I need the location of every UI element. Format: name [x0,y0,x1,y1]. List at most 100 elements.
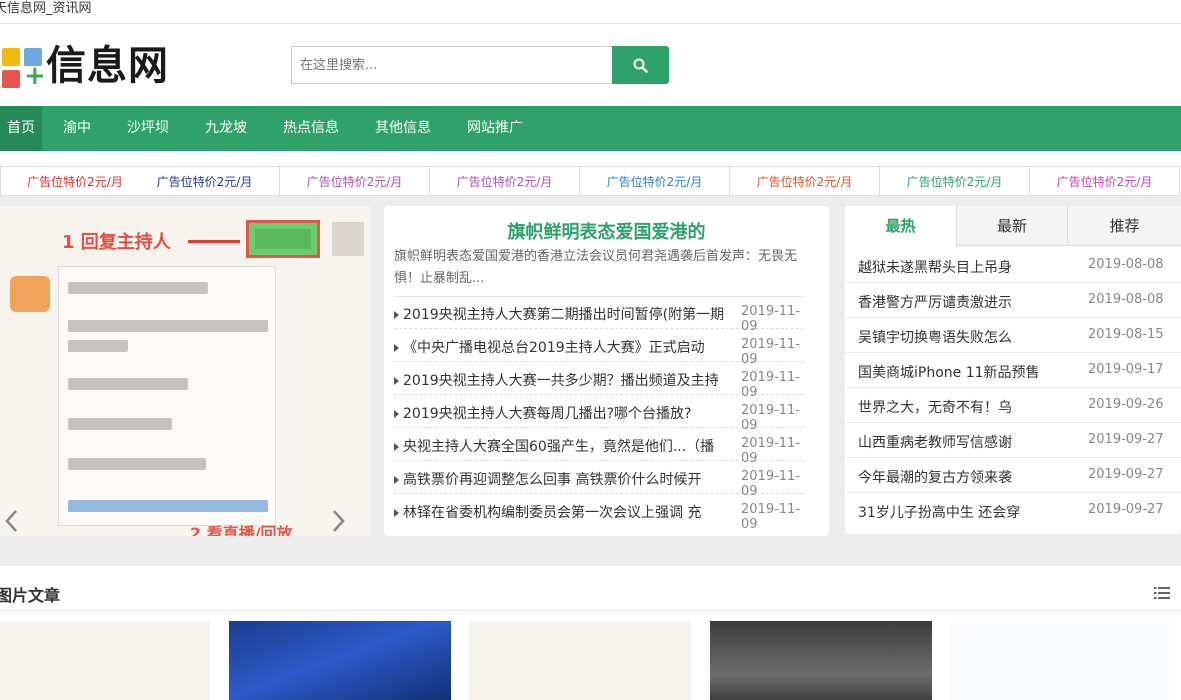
ad-slot[interactable]: 广告位特价2元/月 [580,166,730,196]
bullet-triangle-icon [394,476,399,484]
list-item[interactable]: 31岁儿子扮高中生 还会穿 2019-09-27 [845,493,1181,528]
headline-panel: 旗帜鲜明表态爱国爱港的 旗帜鲜明表态爱国爱港的香港立法会议员何君尧遇袭后首发声：… [384,206,829,536]
tab-recommended[interactable]: 推荐 [1067,206,1181,246]
search-bar [291,46,669,84]
search-button[interactable] [612,46,669,84]
list-item[interactable]: 央视主持人大赛全国60强产生，竟然是他们...（播 2019-11-09 [394,428,804,466]
nav-item-other-info[interactable]: 其他信息 [366,106,440,151]
article-thumbnail[interactable] [229,621,451,700]
list-item[interactable]: 世界之大，无奇不有！乌 2019-09-26 [845,388,1181,423]
bullet-triangle-icon [394,377,399,385]
list-item-title: 香港警方严厉谴责激进示 [858,295,1012,311]
list-item-date: 2019-09-27 [1088,467,1164,482]
bullet-triangle-icon [394,311,399,319]
search-icon [633,58,648,73]
list-item[interactable]: 国美商城iPhone 11新品预售 2019-09-17 [845,353,1181,388]
list-item-date: 2019-09-27 [1088,502,1164,517]
nav-item-jiulongpo[interactable]: 九龙坡 [196,106,256,151]
main-nav: 首页 渝中 沙坪坝 九龙坡 热点信息 其他信息 网站推广 [0,106,1181,151]
nav-item-home[interactable]: 首页 [0,106,42,151]
article-thumbnail[interactable] [950,621,1172,700]
ad-slot[interactable]: 广告位特价2元/月 [430,166,580,196]
list-item-date: 2019-11-09 [741,502,801,532]
list-item[interactable]: 山西重病老教师写信感谢 2019-09-27 [845,423,1181,458]
list-item-date: 2019-09-17 [1088,362,1164,377]
list-item[interactable]: 香港警方严厉谴责激进示 2019-08-08 [845,283,1181,318]
ranking-tabs: 最热 最新 推荐 [845,206,1181,246]
article-thumbnail[interactable] [0,621,210,700]
list-item[interactable]: 林铎在省委机构编制委员会第一次会议上强调 充 2019-11-09 [394,494,804,532]
list-item[interactable]: 2019央视主持人大赛一共多少期？播出频道及主持 2019-11-09 [394,362,804,400]
headline-title[interactable]: 旗帜鲜明表态爱国爱港的 [384,218,829,244]
chevron-left-icon [5,510,17,532]
article-thumbnail[interactable] [710,621,932,700]
section-divider [0,610,1181,611]
logo-square-red [2,70,20,88]
ad-slot[interactable]: 广告位特价2元/月 [0,166,150,196]
tab-hottest[interactable]: 最热 [845,206,956,246]
list-item-title: 山西重病老教师写信感谢 [858,435,1012,451]
search-input[interactable] [291,46,612,84]
list-item[interactable]: 吴镇宇切换粤语失败怎么 2019-08-15 [845,318,1181,353]
list-item[interactable]: 2019央视主持人大赛每周几播出?哪个台播放? 2019-11-09 [394,395,804,433]
browser-tab-title-bar: 天信息网_资讯网 [0,0,1181,24]
ad-slot[interactable]: 广告位特价2元/月 [730,166,880,196]
list-item-date: 2019-08-08 [1088,257,1164,272]
ad-slot[interactable]: 广告位特价2元/月 [280,166,430,196]
site-logo[interactable]: + 信息网 [2,43,172,90]
bullet-triangle-icon [394,509,399,517]
list-menu-icon[interactable] [1154,586,1170,604]
nav-item-hot-info[interactable]: 热点信息 [274,106,348,151]
article-thumbnail[interactable] [469,621,691,700]
picture-articles-section: 图片文章 [0,566,1181,700]
slider-next-button[interactable] [328,506,348,536]
chevron-right-icon [333,510,345,532]
ad-slot[interactable]: 广告位特价2元/月 [1030,166,1180,196]
tab-latest[interactable]: 最新 [956,206,1067,246]
ranking-panel: 最热 最新 推荐 越狱未遂黑帮头目上吊身 2019-08-08 香港警方严厉谴责激… [845,206,1181,534]
list-item[interactable]: 越狱未遂黑帮头目上吊身 2019-08-08 [845,248,1181,283]
list-item-title: 31岁儿子扮高中生 还会穿 [858,505,1021,521]
slide-text-line [68,378,188,390]
slide-footer-text: 2 看直播/回放 [190,524,293,536]
list-item[interactable]: 《中央广播电视总台2019主持人大赛》正式启动 2019-11-09 [394,329,804,367]
bullet-triangle-icon [394,344,399,352]
slide-highlight-box [246,220,320,258]
list-item-title: 2019央视主持人大赛一共多少期？播出频道及主持 [403,373,719,389]
section-title: 图片文章 [0,586,61,605]
list-item[interactable]: 2019央视主持人大赛第二期播出时间暂停(附第一期 2019-11-09 [394,296,804,334]
bullet-triangle-icon [394,443,399,451]
slide-avatar-icon [10,276,50,312]
list-item-title: 《中央广播电视总台2019主持人大赛》正式启动 [403,340,705,356]
bullet-triangle-icon [394,410,399,418]
list-item-date: 2019-08-15 [1088,327,1164,342]
image-slider[interactable]: 1 回复主持人 2 看直播/回放 [0,206,371,536]
list-item-title: 2019央视主持人大赛每周几播出?哪个台播放? [403,406,692,422]
list-item[interactable]: 高铁票价再迎调整怎么回事 高铁票价什么时候开 2019-11-09 [394,461,804,499]
list-item-title: 越狱未遂黑帮头目上吊身 [858,260,1012,276]
slide-image[interactable]: 1 回复主持人 2 看直播/回放 [0,206,371,536]
slide-text-line [68,458,206,470]
slider-prev-button[interactable] [2,506,22,536]
list-item-title: 央视主持人大赛全国60强产生，竟然是他们...（播 [403,439,715,455]
slide-text-line [68,418,172,430]
tab-title: 天信息网_资讯网 [0,1,92,16]
ad-strip: 广告位特价2元/月 广告位特价2元/月 广告位特价2元/月 广告位特价2元/月 … [0,166,1181,196]
list-item-date: 2019-09-26 [1088,397,1164,412]
ad-slot[interactable]: 广告位特价2元/月 [130,166,280,196]
slide-text-line [68,340,128,352]
slide-side-decoration [332,222,364,256]
slide-text-line [68,282,208,294]
nav-item-site-promo[interactable]: 网站推广 [458,106,532,151]
slide-link-line [68,500,268,512]
nav-item-shapingba[interactable]: 沙坪坝 [118,106,178,151]
ad-slot[interactable]: 广告位特价2元/月 [880,166,1030,196]
headline-summary: 旗帜鲜明表态爱国爱港的香港立法会议员何君尧遇袭后首发声：无畏无惧！止暴制乱... [394,249,798,286]
slide-info-panel [58,266,276,526]
list-item-title: 吴镇宇切换粤语失败怎么 [858,330,1012,346]
slide-heading: 1 回复主持人 [62,232,171,253]
list-item[interactable]: 今年最潮的复古方领来袭 2019-09-27 [845,458,1181,493]
list-item-title: 今年最潮的复古方领来袭 [858,470,1012,486]
nav-item-yuzhong[interactable]: 渝中 [50,106,104,151]
list-item-title: 世界之大，无奇不有！乌 [858,400,1012,416]
